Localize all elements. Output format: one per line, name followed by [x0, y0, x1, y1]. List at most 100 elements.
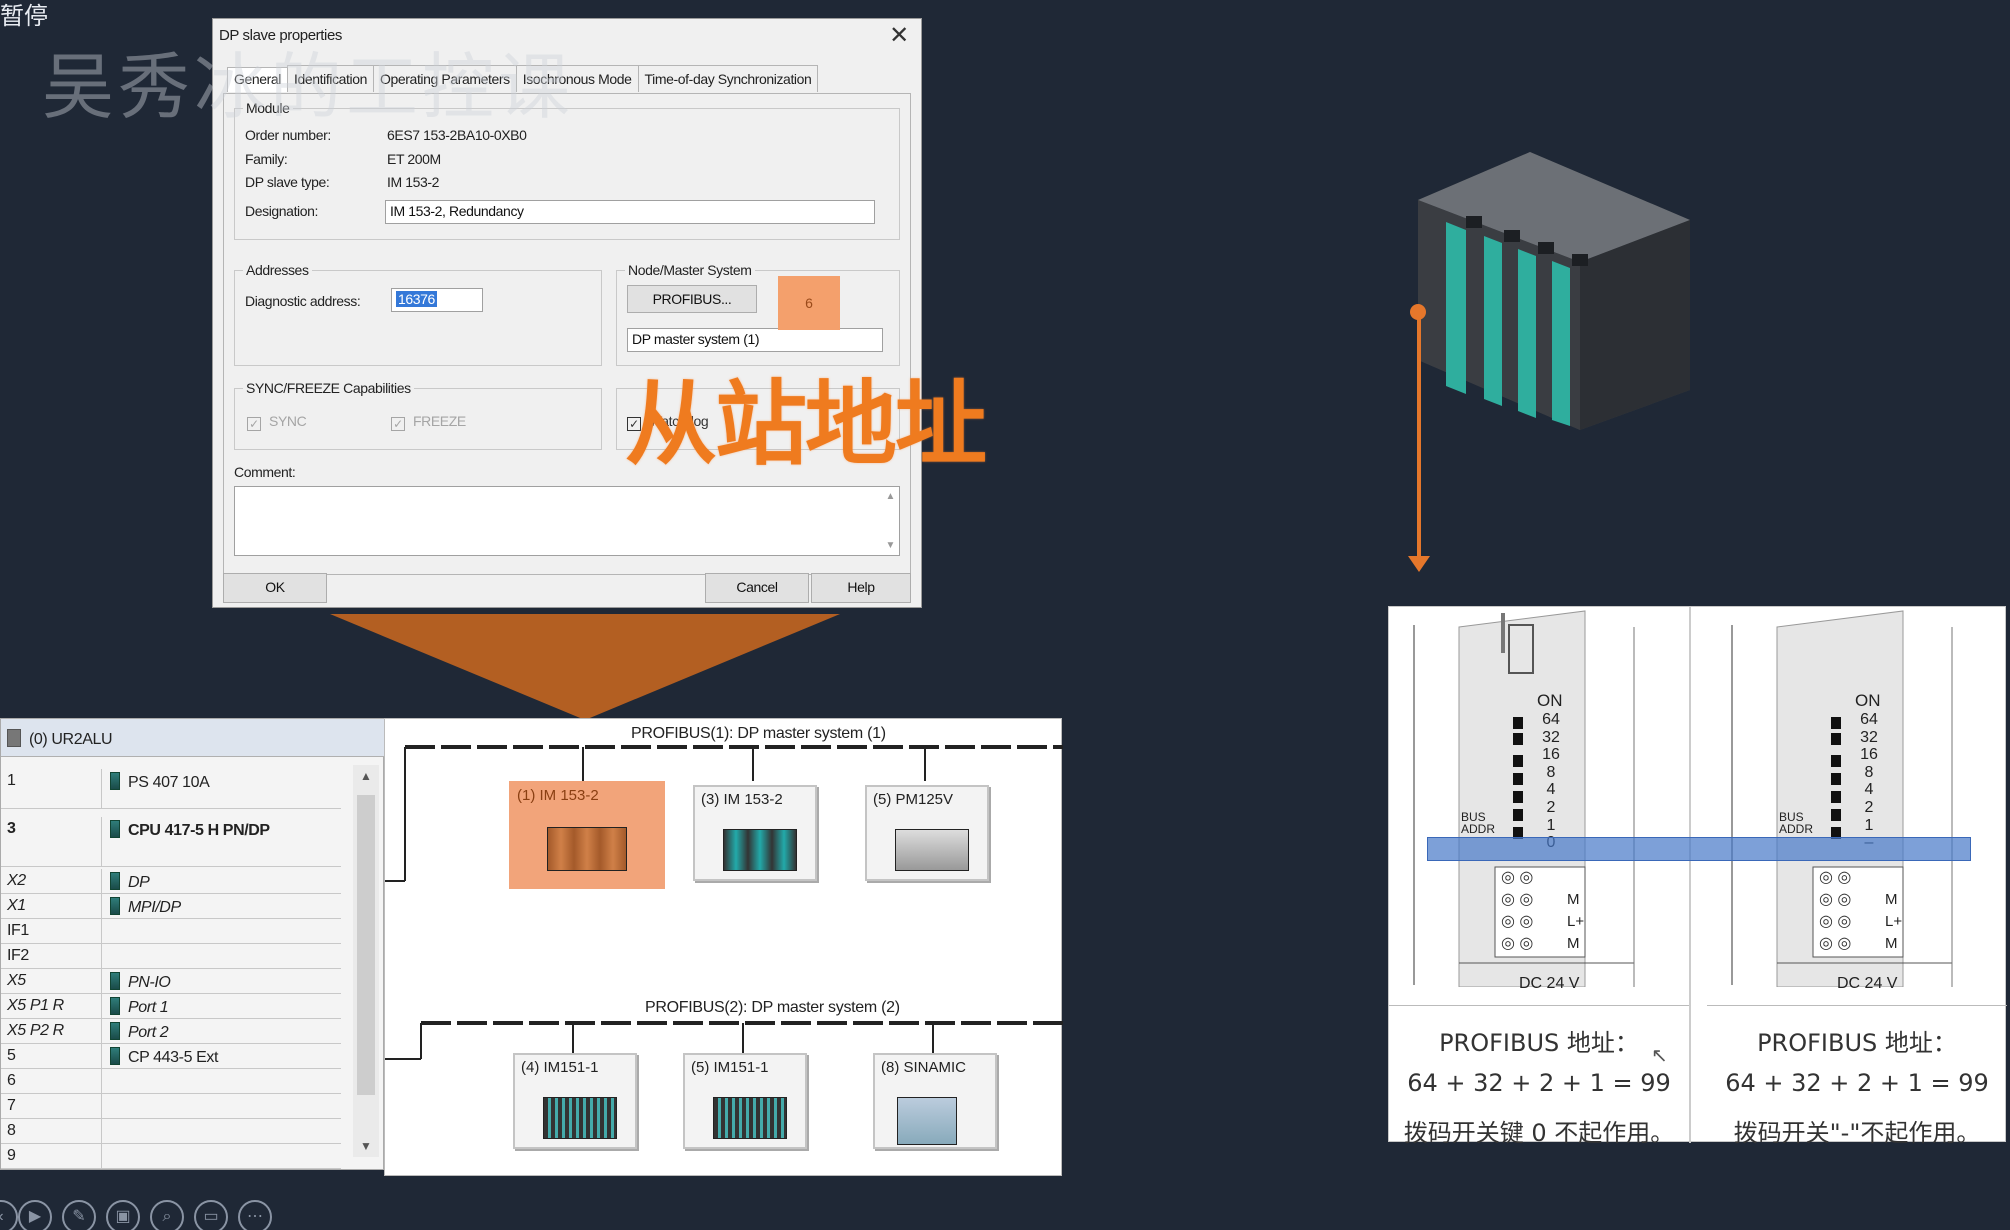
et200m-module-icon — [1418, 152, 1690, 430]
save-icon[interactable]: ▣ — [106, 1200, 140, 1230]
module-icon — [110, 997, 120, 1015]
weight-label: 16 — [1542, 746, 1560, 764]
weight-label: 2 — [1864, 798, 1874, 816]
module-cell: MPI/DP — [101, 894, 341, 918]
diagnostic-address-field[interactable]: 16376 — [391, 288, 483, 312]
sync-checkbox: ✓ SYNC — [247, 413, 307, 431]
device-im153-1[interactable]: (1) IM 153-2 — [509, 781, 665, 889]
table-row[interactable]: 1 PS 407 10A — [1, 769, 341, 809]
zoom-icon[interactable]: ⌕ — [150, 1200, 184, 1230]
bus1-label: PROFIBUS(1): DP master system (1) — [631, 725, 886, 742]
table-row[interactable]: 3 CPU 417-5 H PN/DP — [1, 817, 341, 867]
cancel-button[interactable]: Cancel — [705, 573, 809, 603]
module-cell — [101, 944, 341, 968]
device-label: (4) IM151-1 — [521, 1059, 599, 1076]
module-cell: PN-IO — [101, 969, 341, 993]
table-row[interactable]: 9 — [1, 1144, 341, 1169]
table-row[interactable]: 6 — [1, 1069, 341, 1094]
scroll-down-icon[interactable]: ▼ — [360, 1139, 372, 1153]
table-row[interactable]: X2 DP — [1, 869, 341, 894]
caption-title: PROFIBUS 地址： — [1439, 1029, 1639, 1057]
module-cell — [101, 1144, 341, 1168]
slot-number: X5 P2 R — [7, 1022, 64, 1039]
slot-number: X5 P1 R — [7, 997, 64, 1014]
module-icon — [110, 772, 120, 790]
scroll-thumb[interactable] — [357, 795, 375, 1095]
rack-title: (0) UR2ALU — [1, 719, 385, 757]
dc-label: DC 24 V — [1837, 975, 1898, 992]
help-button[interactable]: Help — [811, 573, 911, 603]
table-row[interactable]: 8 — [1, 1119, 341, 1144]
scroll-up-icon[interactable]: ▲ — [886, 491, 896, 502]
device-im151-5[interactable]: (5) IM151-1 — [683, 1053, 807, 1149]
table-row[interactable]: 5 CP 443-5 Ext — [1, 1044, 341, 1069]
scroll-down-icon[interactable]: ▼ — [886, 540, 896, 551]
weight-label: 8 — [1864, 763, 1874, 781]
device-sinamics[interactable]: (8) SINAMIC — [873, 1053, 997, 1149]
slot-number: X2 — [7, 872, 26, 889]
caption-note: 拨码开关键 0 不起作用。 — [1403, 1119, 1675, 1147]
pen-icon[interactable]: ✎ — [62, 1200, 96, 1230]
module-cell — [101, 1119, 341, 1143]
device-label: (3) IM 153-2 — [701, 791, 783, 808]
slot-number: 7 — [7, 1097, 16, 1114]
diagnostic-address-value: 16376 — [396, 291, 437, 307]
slot-number: 3 — [7, 820, 16, 837]
module-icon — [110, 972, 120, 990]
rack-icon — [7, 729, 21, 747]
check-icon: ✓ — [391, 417, 405, 431]
divider — [1707, 1005, 2007, 1006]
zero-position-highlight — [1427, 837, 1971, 861]
ok-button[interactable]: OK — [223, 573, 327, 603]
tab-time-of-day-sync[interactable]: Time-of-day Synchronization — [637, 65, 819, 92]
module-cell: PS 407 10A — [101, 769, 341, 809]
watermark: 吴秀冰的工控课 — [42, 45, 575, 129]
diagnostic-address-label: Diagnostic address: — [245, 293, 361, 309]
slot-number: 6 — [7, 1072, 16, 1089]
back-icon[interactable]: ‹ — [0, 1200, 18, 1230]
weight-label: 1 — [1546, 816, 1556, 834]
rack-scrollbar[interactable]: ▲ ▼ — [353, 765, 379, 1157]
node-address-highlight[interactable]: 6 — [778, 276, 840, 330]
module-icon — [110, 1022, 120, 1040]
module-icon — [547, 827, 627, 871]
device-pm125v[interactable]: (5) PM125V — [865, 785, 989, 881]
module-icon — [110, 1047, 120, 1065]
mouse-cursor-icon: ↖ — [1651, 1045, 1668, 1067]
profibus-button[interactable]: PROFIBUS... — [627, 285, 757, 313]
weight-label: 32 — [1860, 728, 1878, 746]
slot-number: X5 — [7, 972, 26, 989]
table-row[interactable]: X5 PN-IO — [1, 969, 341, 994]
device-im153-3[interactable]: (3) IM 153-2 — [693, 785, 817, 881]
device-im151-4[interactable]: (4) IM151-1 — [513, 1053, 637, 1149]
play-icon[interactable]: ▶ — [18, 1200, 52, 1230]
table-row[interactable]: 7 — [1, 1094, 341, 1119]
device-label: (1) IM 153-2 — [517, 787, 599, 804]
drive-icon — [897, 1097, 957, 1145]
scroll-up-icon[interactable]: ▲ — [360, 769, 372, 783]
table-row[interactable]: IF2 — [1, 944, 341, 969]
screen-icon[interactable]: ▭ — [194, 1200, 228, 1230]
weight-label: 4 — [1546, 781, 1556, 799]
close-icon[interactable]: ✕ — [885, 21, 913, 50]
dc-label: DC 24 V — [1519, 975, 1580, 992]
table-row[interactable]: X5 P2 R Port 2 — [1, 1019, 341, 1044]
module-icon — [110, 897, 120, 915]
bus-addr-label: BUS ADDR — [1461, 810, 1496, 836]
device-label: (5) PM125V — [873, 791, 954, 808]
weight-label: 64 — [1860, 711, 1878, 728]
comment-textarea[interactable]: ▲ ▼ — [234, 486, 900, 556]
designation-field[interactable]: IM 153-2, Redundancy — [385, 200, 875, 224]
arrow-down-icon — [1408, 556, 1430, 572]
table-row[interactable]: IF1 — [1, 919, 341, 944]
divider — [1389, 1005, 1689, 1006]
table-row[interactable]: X5 P1 R Port 1 — [1, 994, 341, 1019]
module-icon — [713, 1097, 787, 1139]
slot-number: X1 — [7, 897, 26, 914]
caption-formula: 64 + 32 + 2 + 1 = 99 — [1407, 1069, 1671, 1097]
table-row[interactable]: X1 MPI/DP — [1, 894, 341, 919]
more-icon[interactable]: ⋯ — [238, 1200, 272, 1230]
module-name: Port 2 — [128, 1024, 169, 1041]
paused-label: 暂停 — [0, 2, 48, 30]
family-label: Family: — [245, 151, 288, 167]
